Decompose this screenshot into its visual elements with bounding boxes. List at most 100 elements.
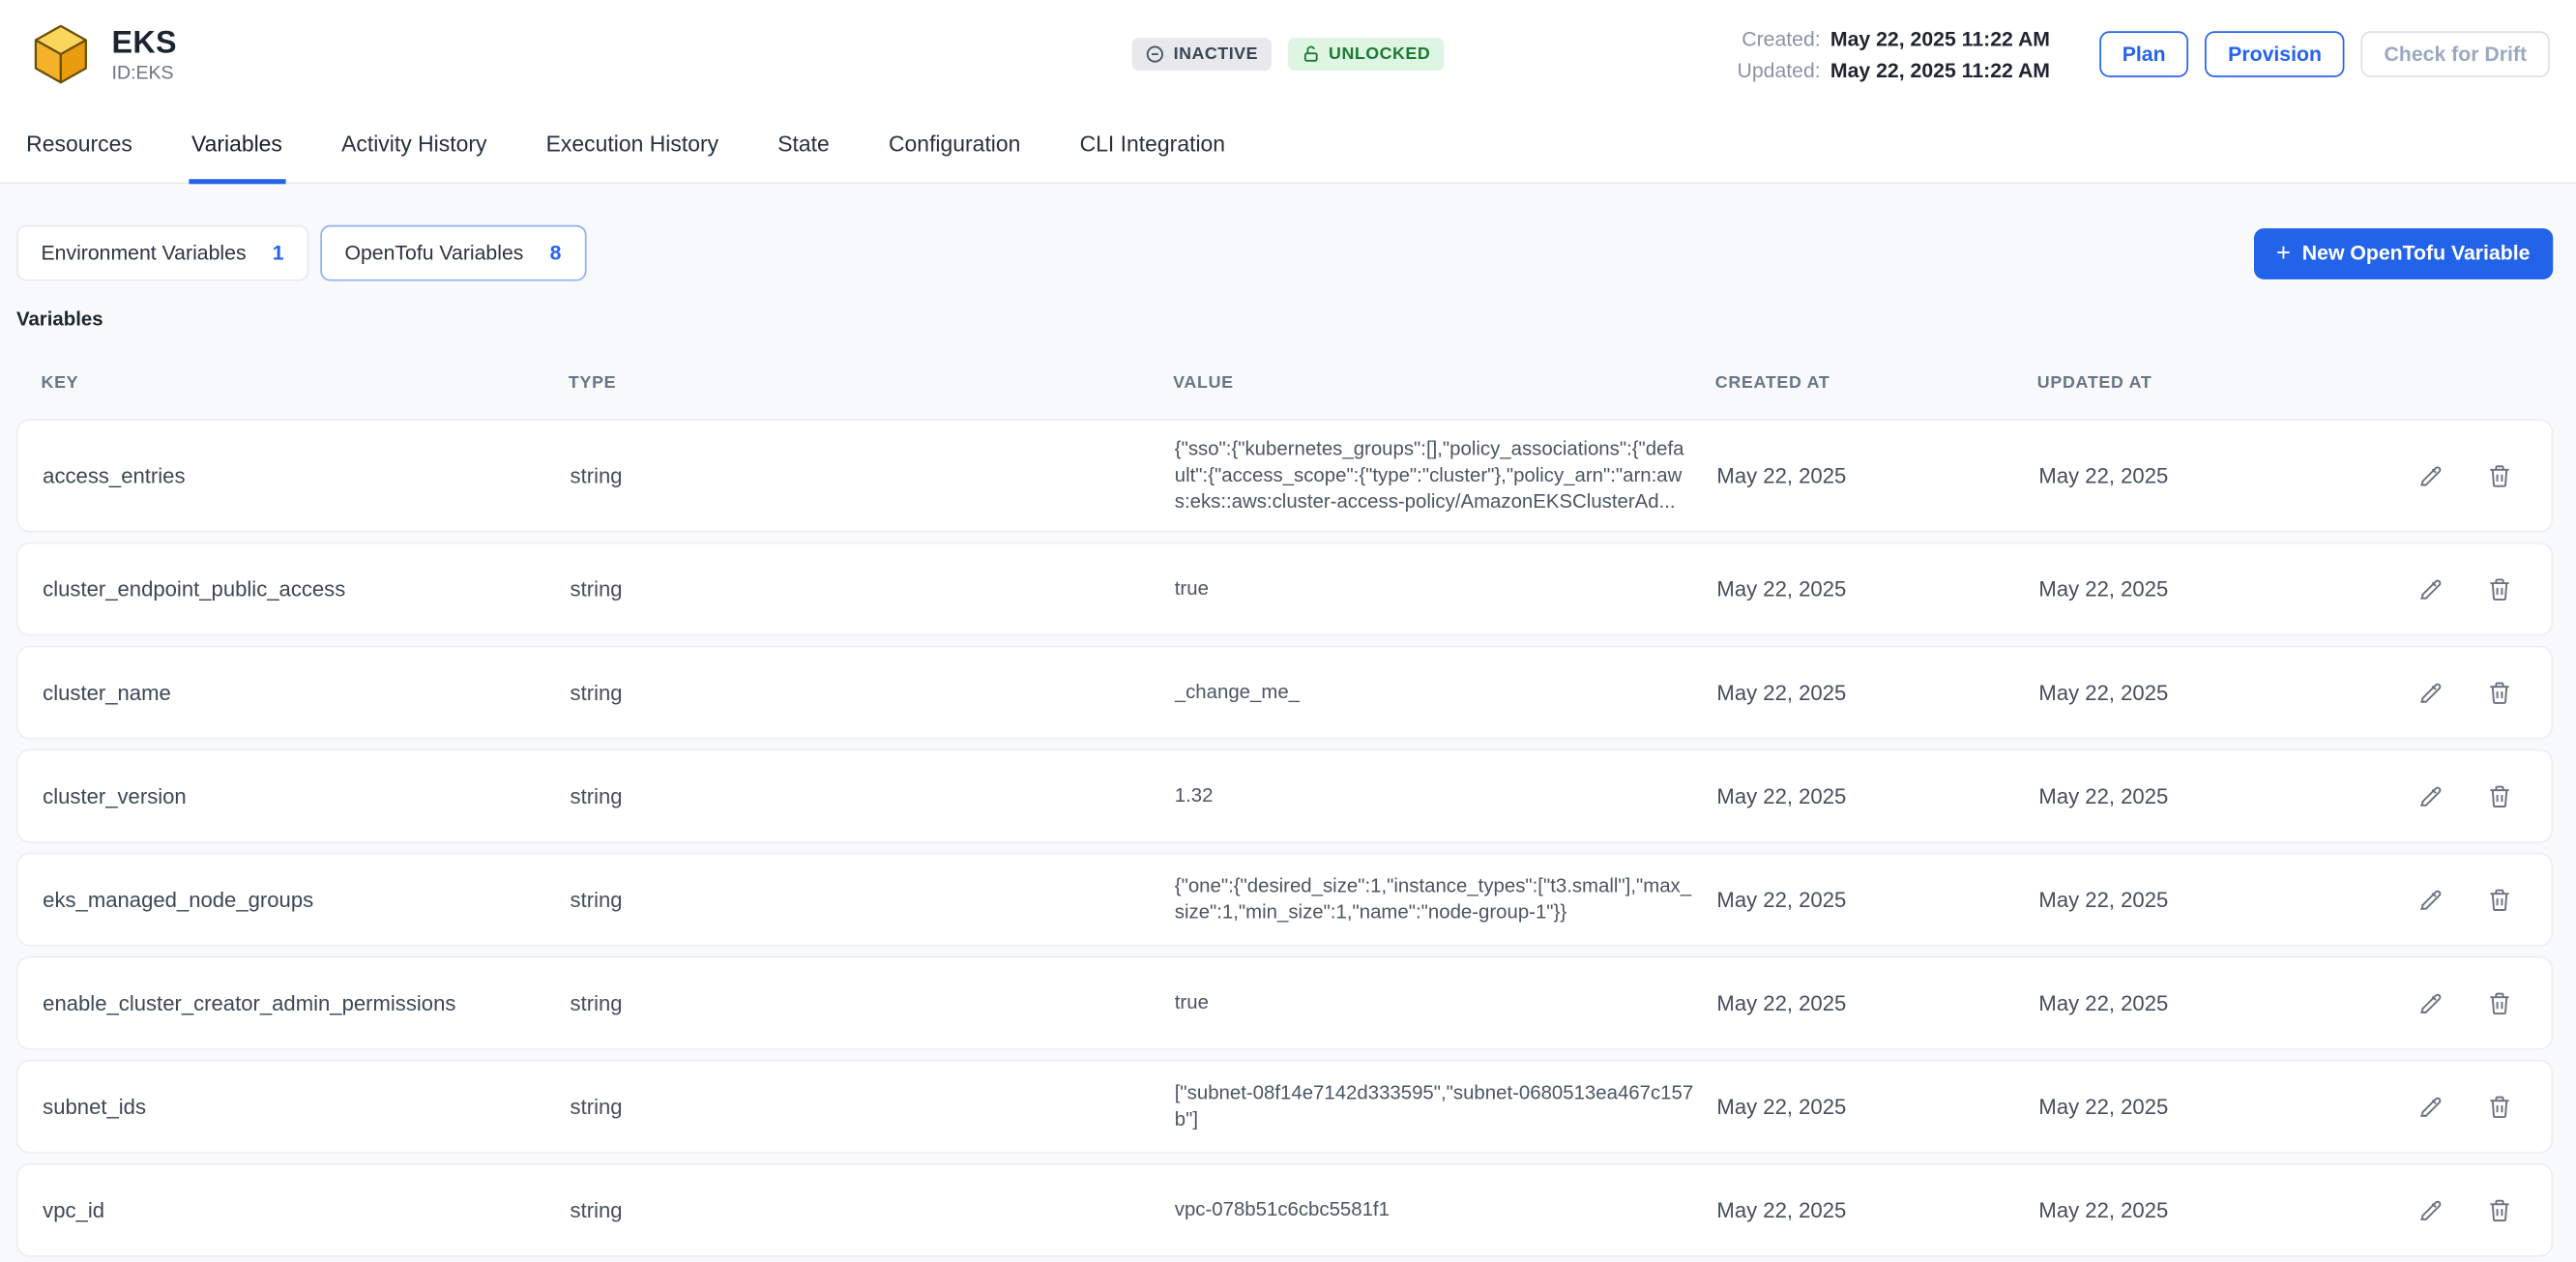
variable-value: vpc-078b51c6cbc5581f1 [1175, 1198, 1717, 1224]
delete-variable-button[interactable] [2482, 572, 2517, 607]
section-title: Variables [16, 308, 2553, 331]
variable-created-at: May 22, 2025 [1716, 464, 2038, 488]
subtab-count: 8 [550, 242, 562, 265]
provision-button[interactable]: Provision [2205, 31, 2344, 77]
page-title: EKS [112, 25, 177, 61]
table-row: subnet_ids string ["subnet-08f14e7142d33… [16, 1061, 2553, 1155]
edit-variable-button[interactable] [2414, 1193, 2448, 1228]
subtab-opentofu-variables[interactable]: OpenTofu Variables 8 [320, 225, 586, 281]
row-actions [2376, 986, 2527, 1021]
plan-button[interactable]: Plan [2099, 31, 2188, 77]
variable-key: eks_managed_node_groups [43, 888, 570, 912]
delete-variable-button[interactable] [2482, 1090, 2517, 1125]
table-row: eks_managed_node_groups string {"one":{"… [16, 854, 2553, 948]
column-header-type: TYPE [569, 373, 1173, 393]
check-for-drift-button[interactable]: Check for Drift [2361, 31, 2550, 77]
variable-type-subtabs: Environment Variables 1 OpenTofu Variabl… [16, 225, 586, 281]
tab-configuration[interactable]: Configuration [886, 108, 1024, 184]
header-right: Created: May 22, 2025 11:22 AM Updated: … [1444, 27, 2550, 81]
column-header-updated-at: UPDATED AT [2037, 373, 2378, 393]
edit-variable-button[interactable] [2414, 883, 2448, 918]
title-block: EKS ID:EKS [112, 25, 177, 82]
page-header: EKS ID:EKS INACTIVE [0, 0, 2576, 108]
timestamps: Created: May 22, 2025 11:22 AM Updated: … [1738, 27, 2050, 81]
variable-key: subnet_ids [43, 1095, 570, 1119]
page-subtitle: ID:EKS [112, 63, 177, 82]
table-row: access_entries string {"sso":{"kubernete… [16, 419, 2553, 533]
delete-variable-button[interactable] [2482, 883, 2517, 918]
variable-updated-at: May 22, 2025 [2038, 784, 2375, 808]
variable-updated-at: May 22, 2025 [2038, 1095, 2375, 1119]
column-header-key: KEY [41, 373, 568, 393]
subtab-row: Environment Variables 1 OpenTofu Variabl… [16, 225, 2553, 281]
variable-updated-at: May 22, 2025 [2038, 577, 2375, 602]
tab-cli-integration[interactable]: CLI Integration [1076, 108, 1228, 184]
subtab-count: 1 [273, 242, 284, 265]
variable-type: string [571, 577, 1175, 602]
variable-key: cluster_endpoint_public_access [43, 577, 570, 602]
variable-value: 1.32 [1175, 784, 1717, 810]
row-actions [2376, 1193, 2527, 1228]
row-actions [2376, 458, 2527, 493]
unlocked-icon [1301, 44, 1320, 64]
row-actions [2376, 779, 2527, 814]
lock-status-badge: UNLOCKED [1288, 38, 1444, 71]
variable-value: ["subnet-08f14e7142d333595","subnet-0680… [1175, 1081, 1717, 1133]
edit-variable-button[interactable] [2414, 676, 2448, 711]
status-badge-label: INACTIVE [1174, 44, 1258, 64]
content-area: Environment Variables 1 OpenTofu Variabl… [0, 184, 2576, 1257]
tab-activity-history[interactable]: Activity History [338, 108, 490, 184]
new-opentofu-variable-label: New OpenTofu Variable [2302, 242, 2531, 265]
tab-resources[interactable]: Resources [23, 108, 135, 184]
variable-key: enable_cluster_creator_admin_permissions [43, 991, 570, 1015]
header-left: EKS ID:EKS [26, 19, 1132, 88]
variable-type: string [571, 1095, 1175, 1119]
table-row: cluster_version string 1.32 May 22, 2025… [16, 750, 2553, 844]
variable-type: string [571, 681, 1175, 705]
tab-state[interactable]: State [775, 108, 833, 184]
variable-key: cluster_name [43, 681, 570, 705]
variable-created-at: May 22, 2025 [1716, 991, 2038, 1015]
updated-label: Updated: [1738, 58, 1821, 81]
variable-value: {"one":{"desired_size":1,"instance_types… [1175, 874, 1717, 926]
edit-variable-button[interactable] [2414, 779, 2448, 814]
edit-variable-button[interactable] [2414, 572, 2448, 607]
tab-variables[interactable]: Variables [189, 108, 286, 184]
variable-updated-at: May 22, 2025 [2038, 991, 2375, 1015]
edit-variable-button[interactable] [2414, 986, 2448, 1021]
subtab-label: Environment Variables [41, 242, 246, 265]
subtab-environment-variables[interactable]: Environment Variables 1 [16, 225, 308, 281]
delete-variable-button[interactable] [2482, 779, 2517, 814]
variable-key: vpc_id [43, 1198, 570, 1222]
new-opentofu-variable-button[interactable]: + New OpenTofu Variable [2253, 227, 2553, 279]
column-header-created-at: CREATED AT [1715, 373, 2037, 393]
plus-icon: + [2276, 241, 2291, 265]
variable-key: cluster_version [43, 784, 570, 808]
variable-type: string [571, 464, 1175, 488]
delete-variable-button[interactable] [2482, 1193, 2517, 1228]
row-actions [2376, 883, 2527, 918]
delete-variable-button[interactable] [2482, 458, 2517, 493]
delete-variable-button[interactable] [2482, 676, 2517, 711]
row-actions [2376, 1090, 2527, 1125]
lock-status-badge-label: UNLOCKED [1329, 44, 1430, 64]
table-row: cluster_endpoint_public_access string tr… [16, 543, 2553, 636]
circle-minus-icon [1146, 44, 1165, 64]
edit-variable-button[interactable] [2414, 1090, 2448, 1125]
table-row: vpc_id string vpc-078b51c6cbc5581f1 May … [16, 1164, 2553, 1258]
header-buttons: Plan Provision Check for Drift [2099, 31, 2550, 77]
tab-execution-history[interactable]: Execution History [542, 108, 721, 184]
status-badges: INACTIVE UNLOCKED [1132, 38, 1444, 71]
variable-updated-at: May 22, 2025 [2038, 464, 2375, 488]
updated-value: May 22, 2025 11:22 AM [1830, 58, 2050, 81]
variable-type: string [571, 991, 1175, 1015]
variable-updated-at: May 22, 2025 [2038, 681, 2375, 705]
edit-variable-button[interactable] [2414, 458, 2448, 493]
table-row: cluster_name string _change_me_ May 22, … [16, 647, 2553, 741]
variable-updated-at: May 22, 2025 [2038, 1198, 2375, 1222]
delete-variable-button[interactable] [2482, 986, 2517, 1021]
column-header-value: VALUE [1173, 373, 1715, 393]
created-value: May 22, 2025 11:22 AM [1830, 27, 2050, 50]
app-root: EKS ID:EKS INACTIVE [0, 0, 2576, 1262]
variable-value: _change_me_ [1175, 680, 1717, 706]
